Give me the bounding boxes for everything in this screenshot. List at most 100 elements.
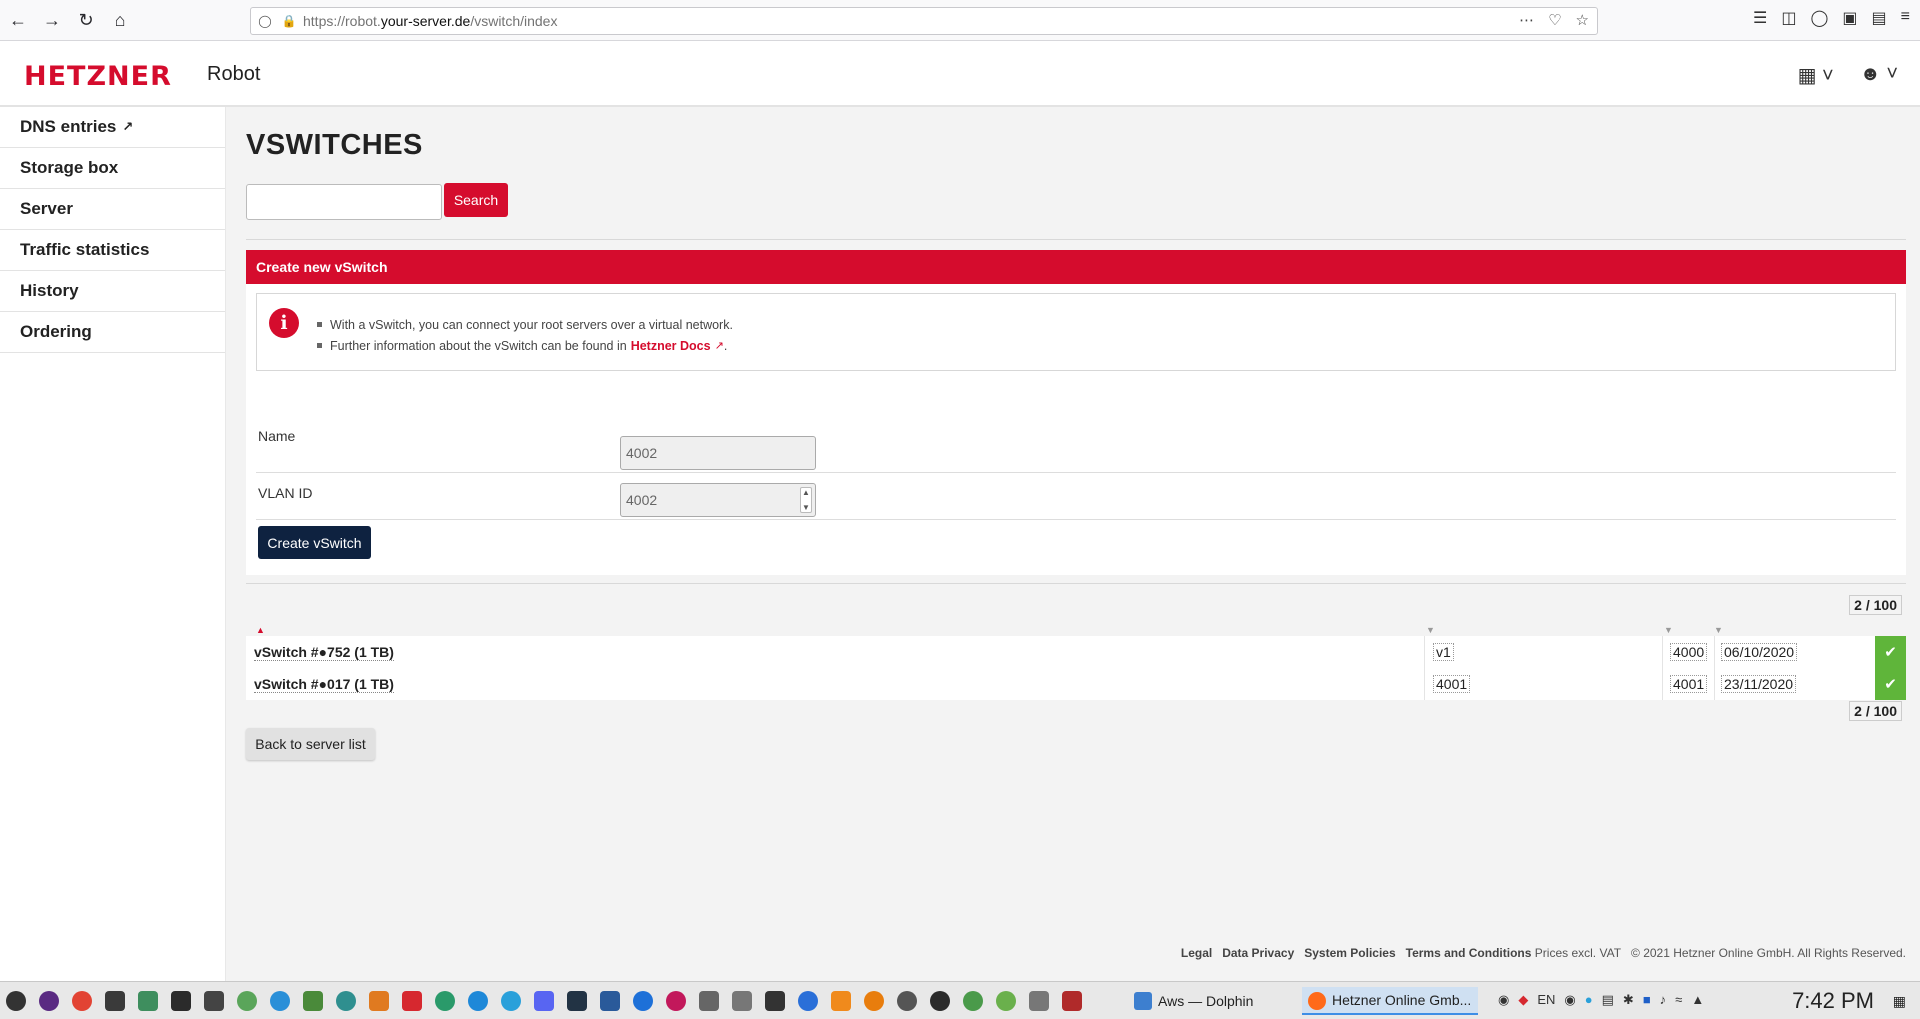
taskbar-window-dolphin[interactable]: Aws — Dolphin [1128,987,1298,1015]
forward-arrow-icon[interactable]: → [36,4,68,36]
search-input[interactable] [246,184,442,220]
flag-icon[interactable]: ■ [1643,992,1651,1008]
sidebar-item-storage-box[interactable]: Storage box [0,148,225,189]
stepper-arrows-icon[interactable]: ▲ ▼ [800,487,812,513]
browser-icon[interactable] [270,990,290,1011]
clipboard-icon[interactable]: ▤ [1602,992,1614,1008]
inkscape-icon[interactable] [699,990,719,1011]
clock[interactable]: 7:42 PM [1792,988,1874,1014]
tray-expand-icon[interactable]: ▲ [1691,992,1704,1008]
tool-icon[interactable] [732,990,752,1011]
sort-desc-icon[interactable]: ▼ [1664,625,1673,635]
check-icon[interactable]: ✔ [1875,636,1906,668]
vlan-id-stepper[interactable]: 4002 ▲ ▼ [620,483,816,517]
screen-icon[interactable] [171,990,191,1011]
server-field[interactable]: 4001 [1433,675,1471,693]
app-launcher-icon[interactable] [39,990,59,1011]
bookmark-star-icon[interactable]: ☆ [1576,11,1589,29]
taskbar-window-firefox[interactable]: Hetzner Online Gmb... [1302,987,1478,1015]
check-icon[interactable]: ✔ [1875,668,1906,700]
menu-icon[interactable]: ≡ [1901,8,1910,28]
sync-icon[interactable] [336,990,356,1011]
sidebar-item-traffic-statistics[interactable]: Traffic statistics [0,230,225,271]
hetzner-logo[interactable]: HETZNER [24,61,172,92]
table-row[interactable]: vSwitch #●752 (1 TB) v1 4000 06/10/2020 … [246,636,1906,668]
eye-icon[interactable]: ◉ [1564,992,1575,1008]
user-icon[interactable]: ☻ ˅ [1860,63,1898,88]
telegram-tray-icon[interactable]: ● [1585,992,1593,1008]
package-icon[interactable] [1062,990,1082,1011]
molecule-icon[interactable] [996,990,1016,1011]
table-row[interactable]: vSwitch #●017 (1 TB) 4001 4001 23/11/202… [246,668,1906,700]
sidebar-item-dns-entries[interactable]: DNS entries ↗ [0,107,225,148]
sort-asc-icon[interactable]: ▲ [256,625,265,635]
browser-toolbar: ← → ↻ ⌂ ◯ 🔒 https://robot.your-server.de… [0,0,1920,41]
bluetooth-icon[interactable]: ✱ [1623,992,1634,1008]
back-arrow-icon[interactable]: ← [2,4,34,36]
home-icon[interactable]: ⌂ [104,4,136,36]
xmind-icon[interactable] [435,990,455,1011]
wifi-icon[interactable]: ≈ [1675,992,1682,1008]
reload-icon[interactable]: ↻ [70,4,102,36]
server-field[interactable]: v1 [1433,643,1454,661]
shield-icon: ◯ [258,14,272,28]
evernote-icon[interactable] [237,990,257,1011]
account-icon[interactable]: ◯ [1811,8,1829,28]
terminal-icon[interactable] [105,990,125,1011]
vlc-icon[interactable] [831,990,851,1011]
sort-desc-icon[interactable]: ▼ [1426,625,1435,635]
spreadsheet-icon[interactable] [303,990,323,1011]
folder-icon[interactable]: ▤ [1872,8,1887,28]
show-desktop-icon[interactable]: ▦ [1893,993,1906,1010]
vscode-icon[interactable] [567,990,587,1011]
chrome-icon[interactable] [72,990,92,1011]
library-icon[interactable]: ☰ [1753,8,1767,28]
extension-icon[interactable]: ▣ [1842,8,1857,28]
sidebar-toggle-icon[interactable]: ◫ [1781,8,1796,28]
vswitch-name[interactable]: vSwitch #●017 (1 TB) [254,676,394,693]
info-item: Further information about the vSwitch ca… [317,335,733,356]
pagination-count[interactable]: 2 / 100 [1849,701,1902,721]
filezilla-icon[interactable] [402,990,422,1011]
volume-icon[interactable]: ♪ [1660,992,1667,1008]
system-policies-link[interactable]: System Policies [1304,946,1395,960]
update-icon[interactable]: ◉ [1498,992,1509,1008]
more-icon[interactable]: ⋯ [1519,11,1534,29]
sort-desc-icon[interactable]: ▼ [1714,625,1723,635]
sidebar-item-ordering[interactable]: Ordering [0,312,225,353]
headphones-icon[interactable] [798,990,818,1011]
back-to-server-list-button[interactable]: Back to server list [246,728,375,760]
transmission-icon[interactable] [369,990,389,1011]
address-bar[interactable]: ◯ 🔒 https://robot.your-server.de/vswitch… [250,7,1598,35]
sidebar-item-history[interactable]: History [0,271,225,312]
apps-grid-icon[interactable]: ▦ ˅ [1798,63,1834,88]
obs-icon[interactable] [930,990,950,1011]
search-button[interactable]: Search [444,183,508,217]
pocket-icon[interactable]: ♡ [1548,11,1561,29]
discord-icon[interactable] [534,990,554,1011]
name-input[interactable]: 4002 [620,436,816,470]
settings-icon[interactable] [963,990,983,1011]
teams-icon[interactable] [633,990,653,1011]
telegram-icon[interactable] [501,990,521,1011]
anydesk-icon[interactable]: ◆ [1518,992,1528,1008]
jetbrains-icon[interactable] [600,990,620,1011]
ring-icon[interactable] [666,990,686,1011]
hetzner-docs-link[interactable]: Hetzner Docs [631,339,711,353]
files-icon[interactable] [204,990,224,1011]
system-monitor-icon[interactable] [138,990,158,1011]
legal-link[interactable]: Legal [1181,946,1212,960]
blender-icon[interactable] [864,990,884,1011]
keyboard-layout[interactable]: EN [1537,992,1555,1008]
vswitch-name[interactable]: vSwitch #●752 (1 TB) [254,644,394,661]
skype-icon[interactable] [468,990,488,1011]
start-menu-icon[interactable] [6,990,26,1011]
7zip-icon[interactable] [1029,990,1049,1011]
webcam-icon[interactable] [897,990,917,1011]
data-privacy-link[interactable]: Data Privacy [1222,946,1294,960]
sidebar-item-server[interactable]: Server [0,189,225,230]
create-vswitch-button[interactable]: Create vSwitch [258,526,371,559]
terms-link[interactable]: Terms and Conditions [1406,946,1532,960]
pagination-count[interactable]: 2 / 100 [1849,595,1902,615]
audio-icon[interactable] [765,990,785,1011]
